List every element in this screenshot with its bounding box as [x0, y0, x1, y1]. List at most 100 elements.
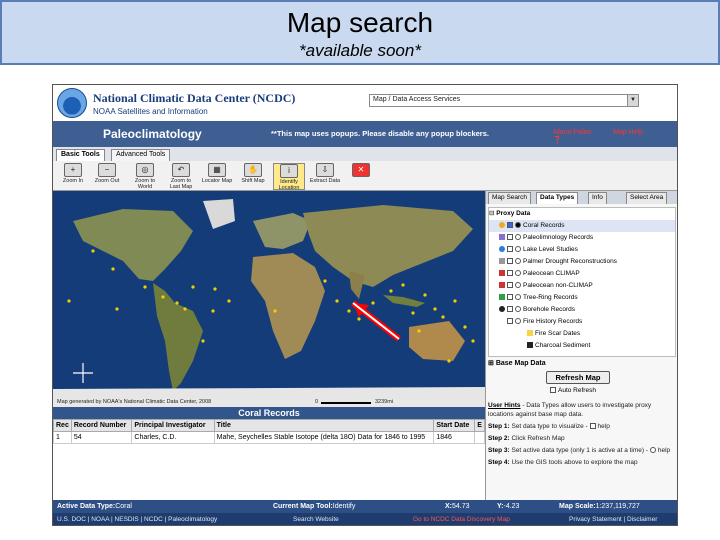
- help-icon[interactable]: ❓: [553, 137, 562, 144]
- checkbox[interactable]: [507, 222, 513, 229]
- checkbox[interactable]: [589, 423, 596, 430]
- cross-icon: [499, 258, 505, 265]
- help-link[interactable]: help: [658, 447, 670, 454]
- user-hints: User Hints - Data Types allow users to i…: [488, 402, 671, 466]
- checkbox[interactable]: [507, 318, 513, 325]
- identify-location-button[interactable]: i Identify Location: [273, 163, 305, 191]
- banner-subtitle: NOAA Satellites and Information: [93, 107, 208, 116]
- tree-item-lake-level[interactable]: Lake Level Studies: [489, 244, 675, 256]
- zoom-world-button[interactable]: ◎ Zoom to World: [129, 163, 161, 190]
- discovery-map-link[interactable]: Go to NCDC Data Discovery Map: [413, 513, 510, 525]
- circle-icon: [499, 246, 505, 253]
- services-dropdown-value: Map / Data Access Services: [373, 96, 461, 103]
- extract-data-button[interactable]: ⇩ Extract Data: [309, 163, 341, 190]
- locator-map-button[interactable]: ▦ Locator Map: [201, 163, 233, 190]
- tab-data-types[interactable]: Data Types: [536, 192, 579, 204]
- tree-item-paleolimnology[interactable]: Paleolimnology Records: [489, 232, 675, 244]
- tree-item-coral[interactable]: Coral Records: [489, 220, 675, 232]
- table-header: Rec Record Number Principal Investigator…: [53, 419, 485, 432]
- checkbox[interactable]: [507, 306, 513, 313]
- world-map-graphic: [53, 191, 485, 399]
- column-header[interactable]: Start Date: [433, 419, 476, 432]
- column-header[interactable]: Rec: [53, 419, 72, 432]
- tab-info[interactable]: Info: [588, 192, 607, 204]
- checkbox[interactable]: [507, 282, 513, 289]
- tab-basic-tools[interactable]: Basic Tools: [56, 149, 105, 161]
- tab-select-area[interactable]: Select Area: [626, 192, 668, 204]
- radio[interactable]: [515, 222, 521, 229]
- table-row[interactable]: 1 54 Charles, C.D. Mahe, Seychelles Stab…: [53, 431, 485, 444]
- about-paleo-link[interactable]: About Paleo: [553, 129, 591, 136]
- radio[interactable]: [515, 318, 521, 325]
- column-header[interactable]: Record Number: [70, 419, 133, 432]
- tree-item-fire-scar[interactable]: Fire Scar Dates: [489, 328, 675, 340]
- column-header[interactable]: Principal Investigator: [131, 419, 215, 432]
- current-map-tool: Current Map Tool: Identify Location: [273, 503, 359, 523]
- agency-links[interactable]: U.S. DOC | NOAA | NESDIS | NCDC | Paleoc…: [57, 513, 217, 525]
- triangle-icon: [527, 330, 533, 337]
- tab-advanced-tools[interactable]: Advanced Tools: [111, 149, 171, 161]
- help-link[interactable]: help: [598, 423, 610, 430]
- slide-header: Map search *available soon*: [0, 0, 720, 65]
- shift-map-button[interactable]: ✋ Shift Map: [237, 163, 269, 190]
- radio[interactable]: [649, 447, 656, 454]
- browser-screenshot: National Climatic Data Center (NCDC) NOA…: [52, 84, 678, 526]
- tree-item-fire-history[interactable]: Fire History Records: [489, 316, 675, 328]
- zoom-in-button[interactable]: + Zoom In: [57, 163, 89, 190]
- tree-item-climap[interactable]: Paleocean CLIMAP: [489, 268, 675, 280]
- radio[interactable]: [515, 306, 521, 313]
- radio[interactable]: [515, 246, 521, 253]
- checkbox[interactable]: [550, 387, 556, 394]
- radio[interactable]: [515, 282, 521, 289]
- footer-links: U.S. DOC | NOAA | NESDIS | NCDC | Paleoc…: [53, 513, 677, 525]
- map-help-link[interactable]: Map Help: [613, 129, 643, 136]
- radio[interactable]: [515, 270, 521, 277]
- tree-item-borehole[interactable]: Borehole Records: [489, 304, 675, 316]
- map-credit: Map generated by NOAA's National Climati…: [57, 399, 212, 405]
- checkbox[interactable]: [507, 270, 513, 277]
- checkbox[interactable]: [507, 246, 513, 253]
- zoom-last-map-button[interactable]: ↶ Zoom to Last Map: [165, 163, 197, 190]
- noaa-logo-icon: [57, 88, 87, 118]
- services-dropdown[interactable]: Map / Data Access Services ▼: [369, 94, 639, 107]
- column-header[interactable]: Title: [213, 419, 435, 432]
- y-coordinate: Y: -4.23: [497, 503, 520, 510]
- back-icon: ↶: [172, 163, 190, 177]
- ncdc-banner: National Climatic Data Center (NCDC) NOA…: [53, 85, 677, 121]
- search-website-link[interactable]: Search Website: [293, 513, 339, 525]
- scale-start: 0: [315, 399, 319, 405]
- checkbox[interactable]: [507, 258, 513, 265]
- chevron-down-icon[interactable]: ▼: [627, 95, 638, 106]
- hand-icon: ✋: [244, 163, 262, 177]
- active-data-type: Active Data Type: Coral Records: [57, 503, 141, 523]
- zoom-out-button[interactable]: − Zoom Out: [91, 163, 123, 190]
- privacy-link[interactable]: Privacy Statement | Disclaimer: [569, 513, 657, 525]
- slide-title: Map search: [286, 7, 434, 38]
- auto-refresh-toggle[interactable]: Auto Refresh: [550, 387, 596, 394]
- column-header[interactable]: E: [474, 419, 485, 432]
- scale-end: 3239mi: [375, 399, 394, 405]
- section-title: Paleoclimatology: [103, 127, 202, 141]
- checkbox[interactable]: [507, 234, 513, 241]
- refresh-map-button[interactable]: Refresh Map: [546, 371, 610, 384]
- radio[interactable]: [515, 234, 521, 241]
- tab-map-search[interactable]: Map Search: [488, 192, 532, 204]
- status-bar: Active Data Type: Coral Records Current …: [53, 500, 677, 523]
- tree-item-non-climap[interactable]: Paleocean non-CLIMAP: [489, 280, 675, 292]
- radio[interactable]: [515, 294, 521, 301]
- header-links: About Paleo Map Help ❓: [553, 129, 677, 144]
- records-empty-area: [53, 443, 485, 500]
- tree-item-palmer[interactable]: Palmer Drought Reconstructions: [489, 256, 675, 268]
- triangle-icon: [499, 282, 505, 289]
- radio[interactable]: [515, 258, 521, 265]
- tree-item-charcoal[interactable]: Charcoal Sediment: [489, 340, 675, 352]
- info-icon: i: [280, 164, 298, 178]
- checkbox[interactable]: [507, 294, 513, 301]
- base-map-node[interactable]: ⊞ Base Map Data: [488, 359, 546, 367]
- clear-button[interactable]: ✕: [345, 163, 377, 190]
- tree-item-tree-ring[interactable]: Tree-Ring Records: [489, 292, 675, 304]
- tree-root[interactable]: ⊟ Proxy Data: [489, 208, 675, 220]
- popup-notice: **This map uses popups. Please disable a…: [271, 129, 489, 138]
- world-map[interactable]: [53, 191, 485, 399]
- triangle-icon: [499, 294, 505, 301]
